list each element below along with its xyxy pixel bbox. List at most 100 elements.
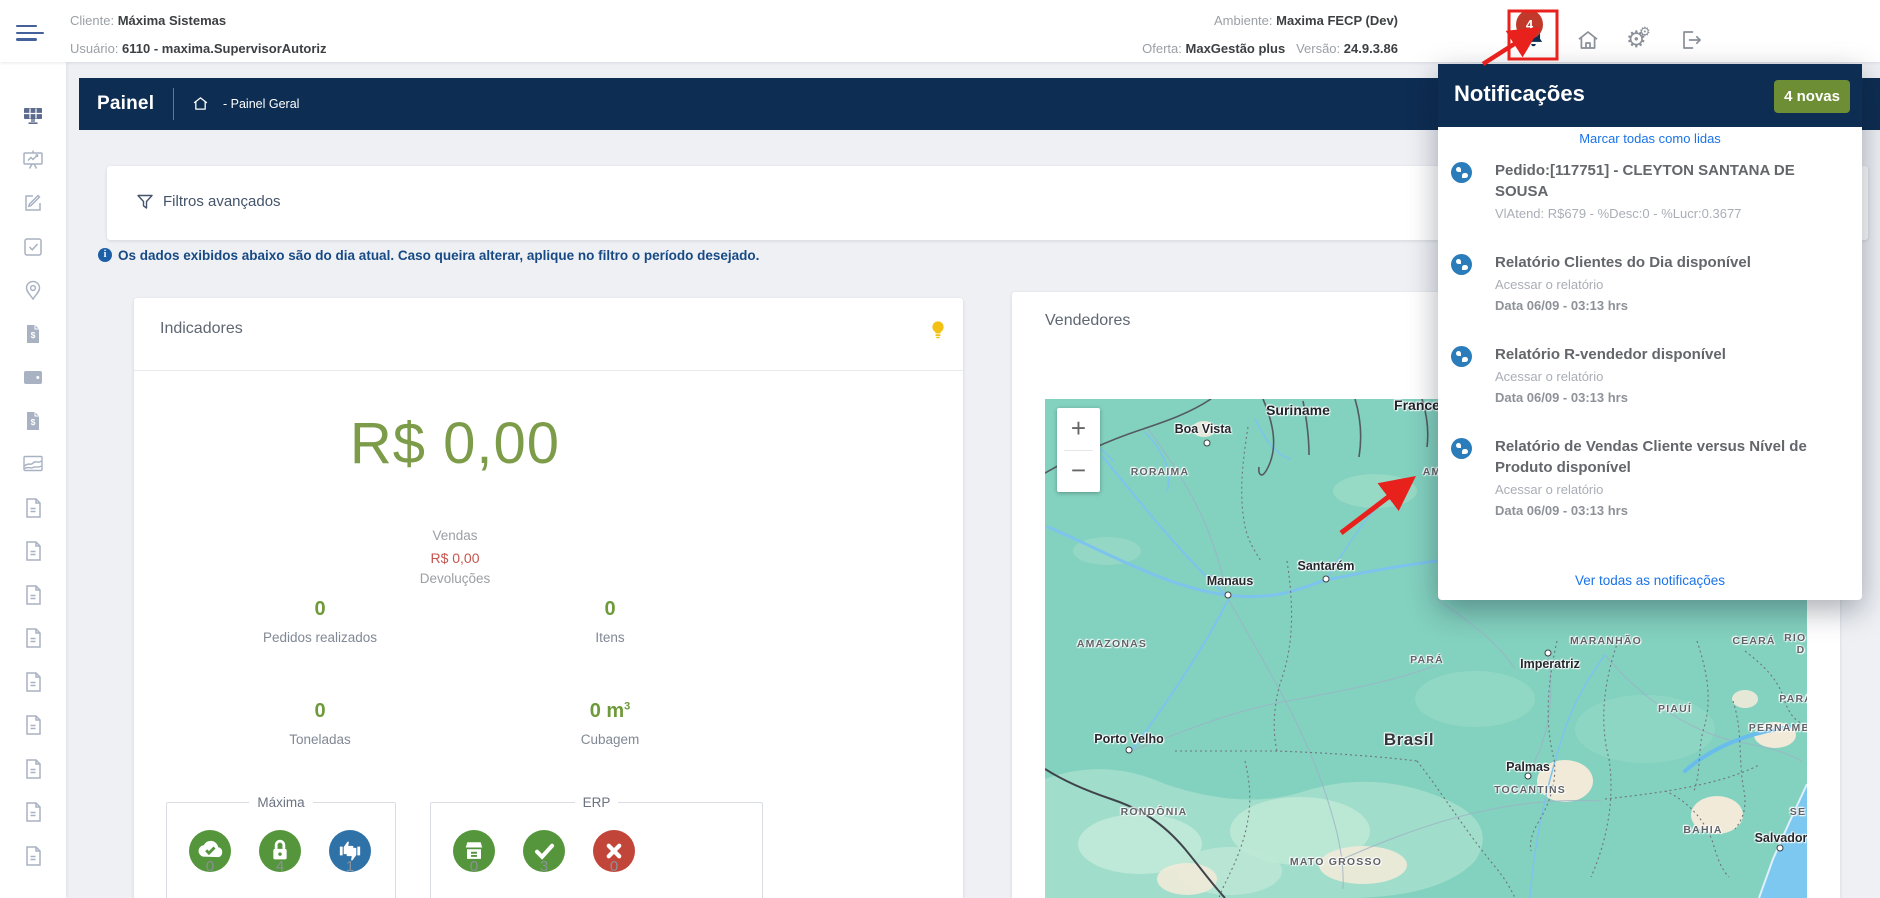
- notification-subtext[interactable]: Acessar o relatório: [1495, 275, 1844, 294]
- notification-title: Pedido:[117751] - CLEYTON SANTANA DE SOU…: [1495, 160, 1844, 202]
- indicadores-title: Indicadores: [160, 320, 243, 338]
- notification-chat-icon: [1451, 438, 1472, 459]
- notification-item-1[interactable]: Pedido:[117751] - CLEYTON SANTANA DE SOU…: [1438, 160, 1862, 223]
- map-city-dot: [1225, 592, 1232, 599]
- wallet-icon: [21, 365, 45, 389]
- sidebar-item-report-7[interactable]: [21, 757, 45, 781]
- status-count: 0: [593, 858, 635, 875]
- notification-item-4[interactable]: Relatório de Vendas Cliente versus Nível…: [1438, 436, 1862, 520]
- sidebar-item-report-5[interactable]: [21, 670, 45, 694]
- map-state-label: TOCANTINS: [1494, 784, 1566, 796]
- sidebar-item-locations[interactable]: [21, 278, 45, 302]
- divider: [173, 88, 174, 120]
- notification-date: Data 06/09 - 03:13 hrs: [1495, 296, 1844, 315]
- document-icon: [21, 713, 45, 737]
- lightbulb-icon[interactable]: [929, 320, 947, 342]
- map-state-label: MATO GROSSO: [1290, 856, 1382, 868]
- map-city-label: Porto Velho: [1094, 732, 1163, 746]
- notification-count-badge: 4: [1516, 10, 1543, 39]
- edit-icon: [21, 191, 45, 215]
- map-state-label: RONDÔNIA: [1121, 806, 1188, 818]
- environment-info: Ambiente: Maxima FECP (Dev): [1214, 13, 1398, 28]
- sidebar-item-report-3[interactable]: [21, 583, 45, 607]
- map-state-label: PERNAMBUCO: [1749, 722, 1807, 734]
- hamburger-menu-icon[interactable]: [16, 25, 46, 43]
- sidebar-item-billing[interactable]: $: [21, 322, 45, 346]
- sidebar-item-report-6[interactable]: [21, 713, 45, 737]
- stat-label: Cubagem: [490, 732, 730, 747]
- map-country-label: Suriname: [1266, 402, 1330, 418]
- notification-subtext[interactable]: Acessar o relatório: [1495, 480, 1844, 499]
- info-banner-text: Os dados exibidos abaixo são do dia atua…: [118, 248, 759, 263]
- document-icon: [21, 539, 45, 563]
- notifications-title: Notificações: [1454, 81, 1585, 107]
- status-count: 1: [329, 858, 371, 875]
- sidebar-item-analytics[interactable]: [21, 452, 45, 476]
- group-máxima: Máxima041: [166, 795, 396, 898]
- group-legend: ERP: [575, 795, 619, 810]
- devolucoes-label: Devoluções: [255, 571, 655, 586]
- sidebar-item-presentation[interactable]: [21, 148, 45, 172]
- zoom-in-button[interactable]: +: [1057, 408, 1100, 450]
- vendedores-title: Vendedores: [1045, 312, 1130, 330]
- map-state-label: AMAZONAS: [1077, 638, 1147, 650]
- map-state-label: SE: [1790, 806, 1806, 818]
- sidebar-item-tasks[interactable]: [21, 235, 45, 259]
- notification-item-3[interactable]: Relatório R-vendedor disponívelAcessar o…: [1438, 344, 1862, 407]
- notification-title: Relatório de Vendas Cliente versus Nível…: [1495, 436, 1844, 478]
- map-country-name-label: Brasil: [1384, 730, 1434, 750]
- map-city-label: Boa Vista: [1175, 422, 1232, 436]
- view-all-notifications-link[interactable]: Ver todas as notificações: [1438, 573, 1862, 588]
- document-icon: [21, 844, 45, 868]
- status-count: 0: [189, 858, 231, 875]
- notification-item-2[interactable]: Relatório Clientes do Dia disponível Aces…: [1438, 252, 1862, 315]
- sidebar-item-dashboard[interactable]: [21, 104, 45, 128]
- total-sales-value: R$ 0,00: [255, 410, 655, 477]
- user-info: Usuário: 6110 - maxima.SupervisorAutoriz: [70, 41, 327, 56]
- logout-icon[interactable]: [1679, 28, 1703, 52]
- stat-value: 0: [490, 598, 730, 621]
- map-city-label: Imperatriz: [1520, 657, 1580, 671]
- sidebar-item-report-1[interactable]: [21, 496, 45, 520]
- notifications-header: Notificações 4 novas: [1438, 64, 1862, 127]
- home-icon[interactable]: [1576, 28, 1600, 52]
- area-chart-icon: [21, 452, 45, 476]
- stat-value: 0: [200, 598, 440, 621]
- filters-label: Filtros avançados: [163, 193, 281, 210]
- map-state-label: PIAUÍ: [1658, 703, 1692, 715]
- stat-label: Toneladas: [200, 732, 440, 747]
- map-city-dot: [1545, 650, 1552, 657]
- notification-chat-icon: [1451, 346, 1472, 367]
- settings-gears-icon[interactable]: ⚙⚙: [1626, 27, 1652, 53]
- group-legend: Máxima: [249, 795, 312, 810]
- presentation-icon: [21, 148, 45, 172]
- svg-text:$: $: [31, 417, 36, 427]
- map-state-label: D: [1797, 644, 1806, 656]
- map-country-label: France: [1394, 399, 1440, 413]
- client-info: Cliente: Máxima Sistemas: [70, 13, 226, 28]
- map-city-dot: [1525, 773, 1532, 780]
- document-icon: [21, 757, 45, 781]
- notification-subtext: VlAtend: R$679 - %Desc:0 - %Lucr:0.3677: [1495, 204, 1844, 223]
- mark-all-read-link[interactable]: Marcar todas como lidas: [1438, 131, 1862, 146]
- stat-value: 0 m3: [490, 700, 730, 723]
- map-state-label: MARANHÃO: [1570, 635, 1642, 647]
- status-count: 3: [523, 858, 565, 875]
- sidebar-nav: $$: [0, 62, 66, 898]
- sidebar-item-wallet[interactable]: [21, 365, 45, 389]
- sidebar-item-report-2[interactable]: [21, 539, 45, 563]
- stat-label: Itens: [490, 630, 730, 645]
- sidebar-item-invoices[interactable]: $: [21, 409, 45, 433]
- check-square-icon: [21, 235, 45, 259]
- breadcrumb-home-icon[interactable]: [192, 95, 209, 112]
- sidebar-item-edit-order[interactable]: [21, 191, 45, 215]
- sidebar-item-report-9[interactable]: [21, 844, 45, 868]
- sidebar-item-report-8[interactable]: [21, 800, 45, 824]
- notification-subtext[interactable]: Acessar o relatório: [1495, 367, 1844, 386]
- document-icon: [21, 800, 45, 824]
- zoom-out-button[interactable]: −: [1057, 450, 1100, 492]
- notifications-bell-icon[interactable]: 4: [1509, 11, 1557, 59]
- notification-title: Relatório Clientes do Dia disponível: [1495, 252, 1844, 273]
- sidebar-item-report-4[interactable]: [21, 626, 45, 650]
- map-city-dot: [1204, 440, 1211, 447]
